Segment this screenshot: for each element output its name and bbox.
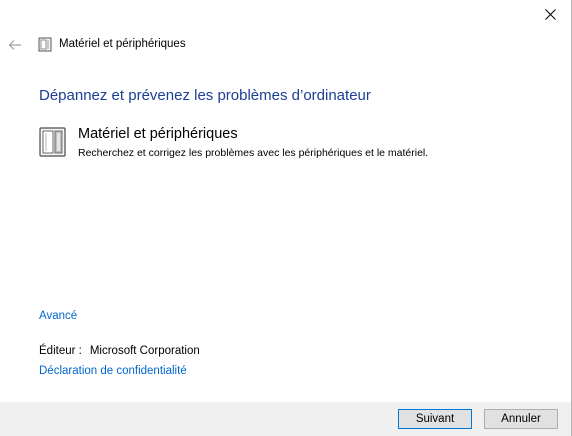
publisher-label: Éditeur : — [39, 345, 82, 357]
footer-bar: Suivant Annuler — [0, 402, 571, 436]
hardware-device-icon — [39, 127, 66, 157]
title-bar: Matériel et périphériques — [0, 34, 571, 56]
close-button[interactable] — [535, 0, 565, 28]
back-arrow-icon — [8, 40, 21, 50]
window-title: Matériel et périphériques — [59, 38, 186, 50]
next-button[interactable]: Suivant — [398, 409, 472, 429]
publisher-value: Microsoft Corporation — [89, 345, 200, 357]
privacy-statement-link[interactable]: Déclaration de confidentialité — [39, 365, 187, 377]
advanced-link[interactable]: Avancé — [39, 310, 77, 322]
troubleshooter-item[interactable]: Matériel et périphériques Recherchez et … — [38, 125, 518, 163]
item-description: Recherchez et corrigez les problèmes ave… — [78, 147, 429, 159]
cancel-button[interactable]: Annuler — [484, 409, 558, 429]
close-icon — [544, 8, 556, 20]
hardware-device-icon — [38, 37, 52, 52]
troubleshooter-window: Matériel et périphériques Dépannez et pr… — [0, 0, 572, 436]
page-heading: Dépannez et prévenez les problèmes d’ord… — [39, 87, 371, 104]
back-button[interactable] — [6, 36, 24, 54]
item-title: Matériel et périphériques — [78, 126, 238, 142]
publisher-info: Éditeur : Microsoft Corporation — [39, 345, 200, 357]
